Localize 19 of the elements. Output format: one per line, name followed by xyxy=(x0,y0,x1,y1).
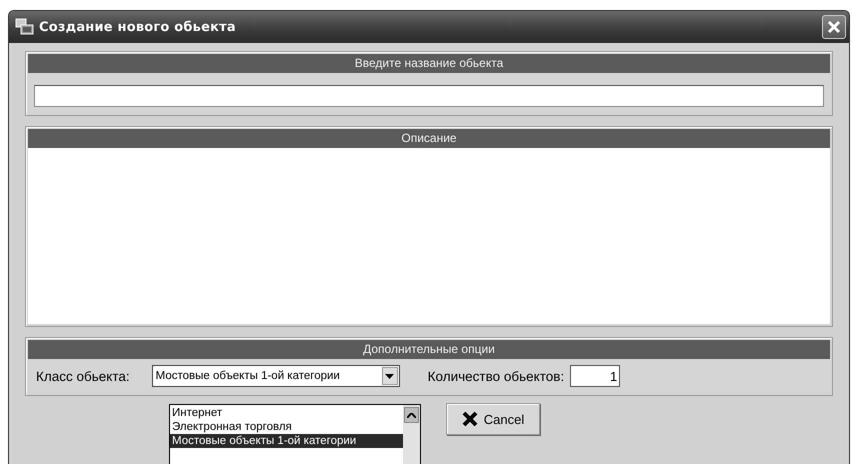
computer-icon xyxy=(15,18,35,36)
cross-icon xyxy=(462,411,478,427)
cancel-button[interactable]: Cancel xyxy=(446,403,540,435)
section-header: Дополнительные опции xyxy=(28,340,830,359)
count-label: Количество обьектов: xyxy=(428,368,564,384)
section-header: Введите название обьекта xyxy=(28,54,830,73)
count-input-field[interactable]: 1 xyxy=(570,365,620,387)
class-dropdown[interactable]: Мостовые объекты 1-ой категории xyxy=(152,365,400,387)
class-label: Класс обьекта: xyxy=(36,368,130,384)
dropdown-option[interactable]: Мостовые объекты 1-ой категории xyxy=(170,434,403,448)
close-icon xyxy=(827,20,841,34)
dropdown-option[interactable]: Интернет xyxy=(170,406,403,420)
scroll-up-button[interactable] xyxy=(404,407,419,423)
close-button[interactable] xyxy=(822,15,846,39)
dropdown-option[interactable]: Электронная торговля xyxy=(170,420,403,434)
caret-up-icon xyxy=(407,412,416,418)
section-header: Описание xyxy=(28,129,830,148)
name-input-field[interactable] xyxy=(34,85,824,107)
window-title: Создание нового обьекта xyxy=(39,20,236,34)
